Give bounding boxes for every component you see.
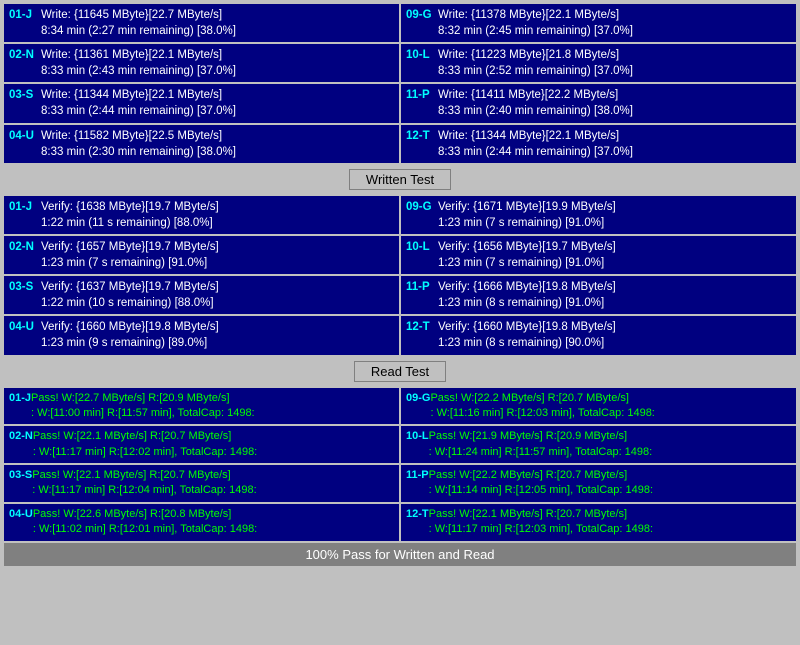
- cell-id-label: 11-P: [406, 279, 438, 295]
- cell-09-g: 09-G Write: {11378 MByte}[22.1 MByte/s] …: [401, 4, 796, 42]
- cell-id-label: 10-L: [406, 429, 429, 444]
- cell-04-u: 04-U Write: {11582 MByte}[22.5 MByte/s] …: [4, 125, 399, 163]
- cell-id-label: 03-S: [9, 87, 41, 103]
- cell-03-s: 03-S Verify: {1637 MByte}[19.7 MByte/s] …: [4, 276, 399, 314]
- pass-cell-03-s: 03-S Pass! W:[22.1 MByte/s] R:[20.7 MByt…: [4, 465, 399, 502]
- cell-id-label: 10-L: [406, 47, 438, 63]
- cell-id-label: 12-T: [406, 319, 438, 335]
- cell-id-label: 11-P: [406, 468, 429, 483]
- cell-id-label: 02-N: [9, 239, 41, 255]
- cell-02-n: 02-N Write: {11361 MByte}[22.1 MByte/s] …: [4, 44, 399, 82]
- written-test-divider: Written Test: [4, 165, 796, 194]
- pass-cell-10-l: 10-L Pass! W:[21.9 MByte/s] R:[20.9 MByt…: [401, 426, 796, 463]
- cell-id-label: 04-U: [9, 128, 41, 144]
- cell-id-label: 09-G: [406, 7, 438, 23]
- cell-id-label: 02-N: [9, 429, 33, 444]
- pass-cell-01-j: 01-J Pass! W:[22.7 MByte/s] R:[20.9 MByt…: [4, 388, 399, 425]
- cell-09-g: 09-G Verify: {1671 MByte}[19.9 MByte/s] …: [401, 196, 796, 234]
- cell-04-u: 04-U Verify: {1660 MByte}[19.8 MByte/s] …: [4, 316, 399, 354]
- pass-cell-04-u: 04-U Pass! W:[22.6 MByte/s] R:[20.8 MByt…: [4, 504, 399, 541]
- cell-id-label: 03-S: [9, 468, 32, 483]
- cell-id-label: 09-G: [406, 199, 438, 215]
- read-test-divider: Read Test: [4, 357, 796, 386]
- cell-02-n: 02-N Verify: {1657 MByte}[19.7 MByte/s] …: [4, 236, 399, 274]
- cell-10-l: 10-L Write: {11223 MByte}[21.8 MByte/s] …: [401, 44, 796, 82]
- cell-11-p: 11-P Verify: {1666 MByte}[19.8 MByte/s] …: [401, 276, 796, 314]
- read-test-label: Read Test: [354, 361, 446, 382]
- cell-01-j: 01-J Verify: {1638 MByte}[19.7 MByte/s] …: [4, 196, 399, 234]
- verify-grid: 01-J Verify: {1638 MByte}[19.7 MByte/s] …: [4, 196, 796, 355]
- pass-cell-12-t: 12-T Pass! W:[22.1 MByte/s] R:[20.7 MByt…: [401, 504, 796, 541]
- pass-cell-11-p: 11-P Pass! W:[22.2 MByte/s] R:[20.7 MByt…: [401, 465, 796, 502]
- cell-01-j: 01-J Write: {11645 MByte}[22.7 MByte/s] …: [4, 4, 399, 42]
- cell-id-label: 04-U: [9, 319, 41, 335]
- cell-11-p: 11-P Write: {11411 MByte}[22.2 MByte/s] …: [401, 84, 796, 122]
- verify-section: 01-J Verify: {1638 MByte}[19.7 MByte/s] …: [4, 196, 796, 386]
- cell-id-label: 12-T: [406, 128, 438, 144]
- read-section: 01-J Pass! W:[22.7 MByte/s] R:[20.9 MByt…: [4, 388, 796, 541]
- read-grid: 01-J Pass! W:[22.7 MByte/s] R:[20.9 MByt…: [4, 388, 796, 541]
- cell-id-label: 09-G: [406, 391, 430, 406]
- cell-10-l: 10-L Verify: {1656 MByte}[19.7 MByte/s] …: [401, 236, 796, 274]
- cell-id-label: 04-U: [9, 507, 33, 522]
- written-test-label: Written Test: [349, 169, 451, 190]
- cell-id-label: 03-S: [9, 279, 41, 295]
- cell-id-label: 12-T: [406, 507, 429, 522]
- pass-cell-09-g: 09-G Pass! W:[22.2 MByte/s] R:[20.7 MByt…: [401, 388, 796, 425]
- cell-id-label: 10-L: [406, 239, 438, 255]
- cell-03-s: 03-S Write: {11344 MByte}[22.1 MByte/s] …: [4, 84, 399, 122]
- write-grid: 01-J Write: {11645 MByte}[22.7 MByte/s] …: [4, 4, 796, 163]
- cell-id-label: 02-N: [9, 47, 41, 63]
- cell-id-label: 11-P: [406, 87, 438, 103]
- pass-cell-02-n: 02-N Pass! W:[22.1 MByte/s] R:[20.7 MByt…: [4, 426, 399, 463]
- cell-id-label: 01-J: [9, 391, 31, 406]
- cell-12-t: 12-T Write: {11344 MByte}[22.1 MByte/s] …: [401, 125, 796, 163]
- cell-12-t: 12-T Verify: {1660 MByte}[19.8 MByte/s] …: [401, 316, 796, 354]
- write-section: 01-J Write: {11645 MByte}[22.7 MByte/s] …: [4, 4, 796, 194]
- main-container: 01-J Write: {11645 MByte}[22.7 MByte/s] …: [0, 0, 800, 570]
- cell-id-label: 01-J: [9, 199, 41, 215]
- cell-id-label: 01-J: [9, 7, 41, 23]
- bottom-bar: 100% Pass for Written and Read: [4, 543, 796, 566]
- bottom-status: 100% Pass for Written and Read: [305, 547, 494, 562]
